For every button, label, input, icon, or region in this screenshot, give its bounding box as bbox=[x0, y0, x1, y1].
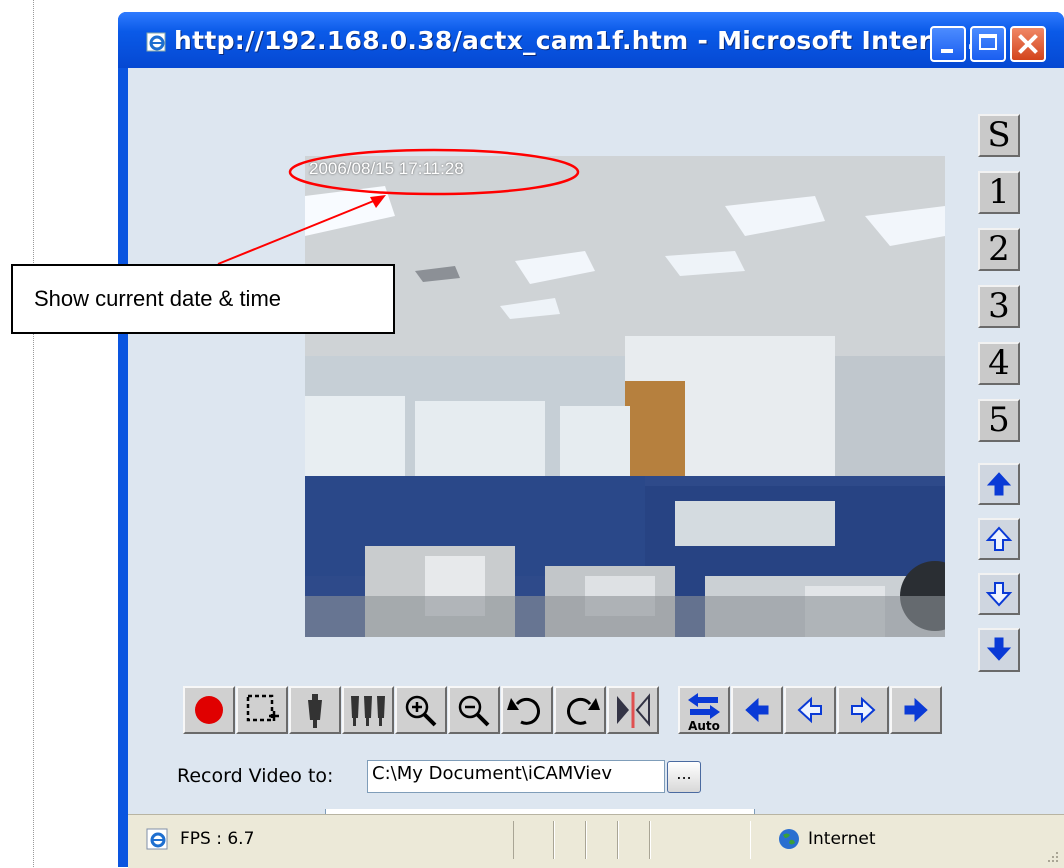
annotation-text: Show current date & time bbox=[34, 286, 282, 311]
highlight-ellipse bbox=[288, 148, 580, 196]
callout-arrow-line bbox=[217, 199, 377, 265]
annotation-overlay bbox=[217, 148, 580, 265]
